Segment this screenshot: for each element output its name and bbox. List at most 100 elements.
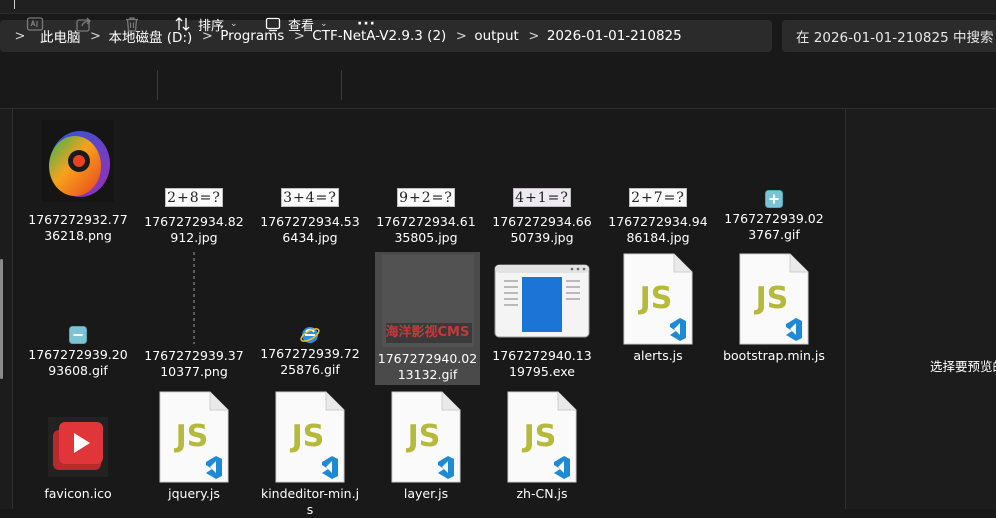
- sort-button[interactable]: 排序 ⌄: [174, 12, 238, 36]
- file-name[interactable]: 1767272940.1319795.exe: [489, 348, 595, 380]
- file-item[interactable]: JS zh-CN.js: [489, 390, 595, 502]
- file-name[interactable]: layer.js: [373, 486, 479, 502]
- js-file-icon: JS: [158, 390, 230, 484]
- file-name[interactable]: 1767272939.3710377.png: [141, 348, 247, 380]
- file-name[interactable]: 1767272932.7736218.png: [25, 212, 131, 244]
- js-file-icon: JS: [274, 390, 346, 484]
- js-file-icon: JS: [622, 252, 694, 346]
- divider: [0, 13, 996, 14]
- js-label: JS: [174, 419, 209, 454]
- file-name[interactable]: favicon.ico: [25, 486, 131, 502]
- js-label: JS: [522, 419, 557, 454]
- view-icon: [264, 15, 282, 33]
- captcha-text: 4+1=?: [515, 189, 569, 206]
- plus-icon: [765, 190, 783, 208]
- js-file-icon: JS: [738, 252, 810, 346]
- breadcrumb-label[interactable]: output: [474, 28, 521, 44]
- file-item[interactable]: JS bootstrap.min.js: [721, 252, 827, 364]
- captcha-thumbnail: 3+4=?: [281, 188, 339, 207]
- file-name[interactable]: 1767272934.9486184.jpg: [605, 214, 711, 246]
- chevron-right-icon[interactable]: >: [521, 29, 547, 44]
- file-name[interactable]: jquery.js: [141, 486, 247, 502]
- title-strip: [0, 0, 996, 14]
- app-logo-icon: [42, 120, 114, 202]
- chevron-down-icon[interactable]: ⌄: [230, 19, 238, 29]
- minus-icon: [69, 326, 87, 344]
- file-item[interactable]: JS jquery.js: [141, 390, 247, 502]
- file-name[interactable]: 1767272940.0213132.gif: [375, 351, 480, 383]
- captcha-thumbnail: 2+8=?: [165, 188, 223, 207]
- file-item[interactable]: 1767272939.3710377.png: [141, 252, 247, 380]
- js-label: JS: [406, 419, 441, 454]
- view-button[interactable]: 查看 ⌄: [264, 12, 328, 36]
- breadcrumb-item-output[interactable]: > output: [448, 20, 521, 52]
- js-label: JS: [638, 281, 673, 316]
- file-name[interactable]: 1767272939.023767.gif: [721, 211, 827, 243]
- preview-pane: 选择要预览的: [845, 109, 996, 509]
- file-name[interactable]: bootstrap.min.js: [721, 348, 827, 364]
- file-item[interactable]: 1767272940.1319795.exe: [489, 252, 595, 380]
- file-item[interactable]: JS alerts.js: [605, 252, 711, 364]
- banner-thumbnail: 海洋影视CMS: [381, 255, 474, 347]
- file-item[interactable]: 1767272939.2093608.gif: [25, 252, 131, 379]
- file-name[interactable]: alerts.js: [605, 348, 711, 364]
- file-name[interactable]: 1767272934.6135805.jpg: [373, 214, 479, 246]
- file-item[interactable]: 3+4=? 1767272934.536434.jpg: [257, 120, 363, 246]
- toolbar-divider: [157, 70, 158, 100]
- file-item[interactable]: 4+1=? 1767272934.6650739.jpg: [489, 120, 595, 246]
- rename-icon: [26, 15, 44, 33]
- file-name[interactable]: 1767272934.82912.jpg: [141, 214, 247, 246]
- scrollbar-thumb[interactable]: [0, 259, 3, 379]
- file-name[interactable]: 1767272939.2093608.gif: [25, 347, 131, 379]
- js-label: JS: [754, 281, 789, 316]
- file-item[interactable]: 2+7=? 1767272934.9486184.jpg: [605, 120, 711, 246]
- breadcrumb-label[interactable]: 2026-01-01-210825: [547, 28, 684, 44]
- captcha-thumbnail: 9+2=?: [397, 188, 455, 207]
- file-item[interactable]: 1767272939.7225876.gif: [257, 252, 363, 378]
- file-item[interactable]: JS kindeditor-min.js: [257, 390, 363, 518]
- js-label: JS: [290, 419, 325, 454]
- address-bar[interactable]: > 此电脑 > 本地磁盘 (D:) > Programs > CTF-NetA-…: [0, 20, 772, 52]
- search-placeholder: 在 2026-01-01-210825 中搜索: [796, 30, 994, 46]
- more-icon[interactable]: ···: [357, 16, 376, 32]
- delete-button[interactable]: [123, 12, 141, 36]
- sort-label[interactable]: 排序: [198, 15, 224, 34]
- file-item-selected[interactable]: 海洋影视CMS 1767272940.0213132.gif: [375, 252, 480, 385]
- captcha-thumbnail: 2+7=?: [629, 188, 687, 207]
- file-item[interactable]: 2+8=? 1767272934.82912.jpg: [141, 120, 247, 246]
- file-item[interactable]: favicon.ico: [25, 390, 131, 502]
- text-caret: [14, 0, 15, 9]
- thin-line-thumbnail: [193, 252, 195, 344]
- internet-explorer-icon: [299, 324, 321, 346]
- captcha-text: 2+7=?: [631, 189, 685, 206]
- file-name[interactable]: 1767272939.7225876.gif: [257, 346, 363, 378]
- image-thumbnail: [42, 120, 114, 202]
- file-item[interactable]: 1767272932.7736218.png: [25, 120, 131, 244]
- file-name[interactable]: zh-CN.js: [489, 486, 595, 502]
- share-button[interactable]: [75, 12, 93, 36]
- video-play-icon: [47, 416, 109, 478]
- application-window-icon: [494, 264, 590, 338]
- js-file-icon: JS: [506, 390, 578, 484]
- file-item[interactable]: JS layer.js: [373, 390, 479, 502]
- rename-button[interactable]: [26, 12, 44, 36]
- breadcrumb-label[interactable]: CTF-NetA-V2.9.3 (2): [312, 28, 448, 44]
- search-input[interactable]: 在 2026-01-01-210825 中搜索: [782, 20, 996, 52]
- file-item[interactable]: 1767272939.023767.gif: [721, 120, 827, 243]
- file-name[interactable]: 1767272934.6650739.jpg: [489, 214, 595, 246]
- preview-message: 选择要预览的: [930, 359, 996, 374]
- file-name[interactable]: 1767272934.536434.jpg: [257, 214, 363, 246]
- breadcrumb-item-current-folder[interactable]: > 2026-01-01-210825: [521, 20, 684, 52]
- file-name[interactable]: kindeditor-min.js: [257, 486, 363, 518]
- chevron-right-icon[interactable]: >: [448, 29, 474, 44]
- captcha-text: 2+8=?: [167, 189, 221, 206]
- banner-text: 海洋影视CMS: [385, 323, 472, 343]
- chevron-down-icon[interactable]: ⌄: [320, 19, 328, 29]
- toolbar-divider: [341, 70, 342, 100]
- captcha-thumbnail: 4+1=?: [513, 188, 571, 207]
- more-options-button[interactable]: ···: [357, 12, 376, 36]
- share-icon: [75, 15, 93, 33]
- file-item[interactable]: 9+2=? 1767272934.6135805.jpg: [373, 120, 479, 246]
- view-label[interactable]: 查看: [288, 15, 314, 34]
- sort-icon: [174, 15, 192, 33]
